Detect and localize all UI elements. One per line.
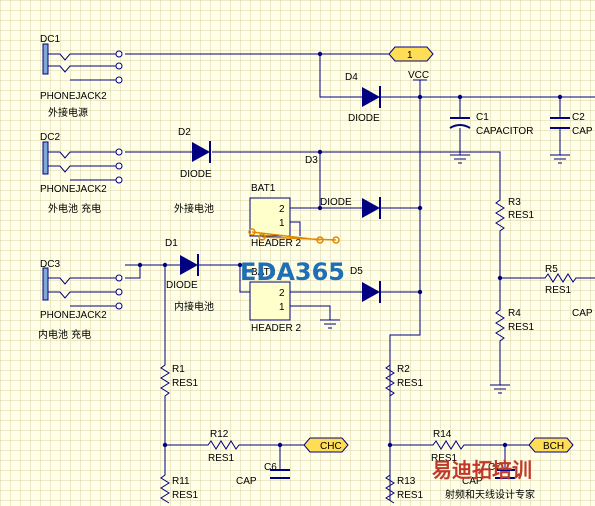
jack-dc2-part: PHONEJACK2 (40, 184, 107, 195)
svg-text:D5: D5 (350, 266, 363, 277)
svg-text:DIODE: DIODE (166, 280, 198, 291)
svg-text:DIODE: DIODE (348, 113, 380, 124)
resistor-r12-value: RES1 (208, 453, 235, 464)
svg-text:D4: D4 (345, 72, 358, 83)
resistor-r3-ref: R3 (508, 197, 521, 208)
capacitor-r5-side-label: CAP (572, 308, 593, 319)
svg-text:CAPACITOR: CAPACITOR (476, 126, 533, 137)
svg-text:CAP: CAP (236, 476, 257, 487)
port-chc-label: CHC (320, 441, 342, 452)
svg-text:D2: D2 (178, 127, 191, 138)
resistor-r1-value: RES1 (172, 378, 199, 389)
jack-dc1-part: PHONEJACK2 (40, 91, 107, 102)
resistor-r13-ref: R13 (397, 476, 416, 487)
resistor-r1-ref: R1 (172, 364, 185, 375)
jack-dc3-part: PHONEJACK2 (40, 310, 107, 321)
svg-text:2: 2 (279, 204, 285, 215)
resistor-r12-ref: R12 (210, 429, 229, 440)
svg-text:C6: C6 (264, 462, 277, 473)
vcc-power-symbol: VCC (408, 70, 429, 81)
jack-dc1-ref: DC1 (40, 34, 60, 45)
schematic-drawing: DC1 PHONEJACK2 外接电源 DC2 PHONEJACK2 外电池 充… (0, 0, 595, 506)
svg-text:易迪拓培训: 易迪拓培训 (432, 458, 532, 482)
sheet-grid (0, 0, 595, 506)
eda365-watermark: EDA365 (240, 258, 345, 286)
svg-text:D3: D3 (305, 155, 318, 166)
resistor-r3-value: RES1 (508, 210, 535, 221)
resistor-r14-ref: R14 (433, 429, 452, 440)
jack-dc2-note: 外电池 充电 (48, 202, 101, 215)
svg-text:外接电池: 外接电池 (174, 202, 214, 215)
resistor-r2-value: RES1 (397, 378, 424, 389)
vcc-label: VCC (408, 70, 429, 81)
jack-dc1-note: 外接电源 (48, 106, 88, 119)
training-watermark: 易迪拓培训 射频和天线设计专家 (432, 458, 535, 501)
resistor-r11-value: RES1 (172, 490, 199, 501)
svg-text:CAP: CAP (572, 126, 593, 137)
svg-text:DIODE: DIODE (320, 197, 352, 208)
svg-text:1: 1 (279, 302, 285, 313)
port-1-label: 1 (407, 50, 413, 61)
svg-text:D1: D1 (165, 238, 178, 249)
svg-text:C2: C2 (572, 112, 585, 123)
port-bch: BCH (528, 437, 574, 453)
svg-text:内接电池: 内接电池 (174, 300, 214, 313)
port-bch-label: BCH (543, 441, 564, 452)
jack-dc3-note: 内电池 充电 (38, 328, 91, 341)
svg-text:HEADER 2: HEADER 2 (251, 323, 301, 334)
jack-dc3-ref: DC3 (40, 259, 60, 270)
port-1: 1 (388, 46, 434, 62)
svg-text:1: 1 (279, 218, 285, 229)
svg-text:DIODE: DIODE (180, 169, 212, 180)
resistor-r4-ref: R4 (508, 308, 521, 319)
svg-text:射频和天线设计专家: 射频和天线设计专家 (445, 488, 535, 501)
schematic-canvas: DC1 PHONEJACK2 外接电源 DC2 PHONEJACK2 外电池 充… (0, 0, 595, 506)
svg-text:HEADER 2: HEADER 2 (251, 238, 301, 249)
svg-text:C1: C1 (476, 112, 489, 123)
svg-text:2: 2 (279, 288, 285, 299)
resistor-r11-ref: R11 (172, 476, 190, 487)
port-chc: CHC (303, 437, 349, 453)
resistor-r2-ref: R2 (397, 364, 410, 375)
resistor-r5-ref: R5 (545, 264, 558, 275)
resistor-r13-value: RES1 (397, 490, 424, 501)
resistor-r5-value: RES1 (545, 285, 572, 296)
resistor-r4-value: RES1 (508, 322, 535, 333)
jack-dc2-ref: DC2 (40, 132, 60, 143)
svg-text:BAT1: BAT1 (251, 183, 276, 194)
